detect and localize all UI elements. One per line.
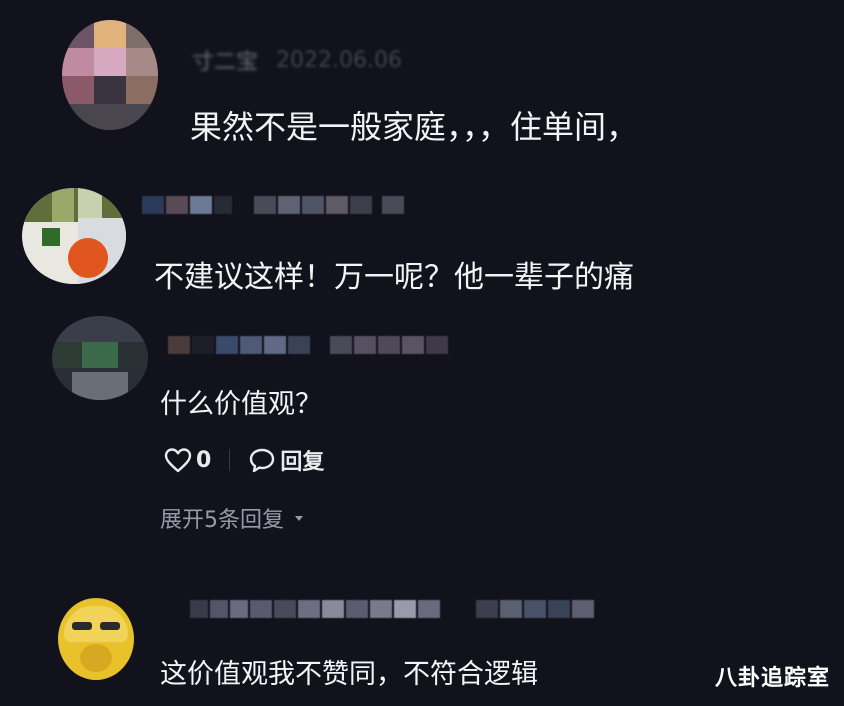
avatar-commenter-1[interactable] xyxy=(62,20,158,130)
comment-actions: 0 回复 xyxy=(164,444,324,476)
like-button[interactable]: 0 xyxy=(164,447,211,473)
username-text: 寸二宝 xyxy=(192,50,259,75)
action-divider xyxy=(229,449,231,471)
caret-down-icon xyxy=(295,516,303,521)
username-commenter-4[interactable] xyxy=(190,600,596,618)
expand-replies-label: 展开5条回复 xyxy=(160,508,284,533)
timestamp: 2022.06.06 xyxy=(276,47,402,73)
username-commenter-2[interactable] xyxy=(142,196,406,214)
comment-text-3: 什么价值观？ xyxy=(160,389,322,420)
expand-replies-button[interactable]: 展开5条回复 xyxy=(160,502,306,534)
avatar-commenter-4[interactable] xyxy=(58,598,134,680)
comment-text-4: 这价值观我不赞同，不符合逻辑 xyxy=(160,659,538,690)
like-count: 0 xyxy=(196,447,212,473)
comment-text-2: 不建议这样！万一呢？他一辈子的痛 xyxy=(154,260,634,295)
speech-bubble-icon xyxy=(250,448,275,473)
watermark-text: 八卦追踪室 xyxy=(714,666,830,691)
reply-button[interactable]: 回复 xyxy=(248,444,324,476)
heart-outline-icon xyxy=(164,448,192,473)
reply-label: 回复 xyxy=(280,450,325,475)
username-commenter-3[interactable] xyxy=(168,336,450,354)
avatar-commenter-2[interactable] xyxy=(22,188,126,284)
username-commenter-1[interactable]: 寸二宝 2022.06.06 xyxy=(192,44,404,76)
avatar-commenter-3[interactable] xyxy=(52,316,148,400)
comment-text-1: 果然不是一般家庭，，，住单间， xyxy=(190,108,639,146)
comments-screen: 寸二宝 2022.06.06 果然不是一般家庭，，，住单间， 不建议这样！万一呢… xyxy=(0,0,844,706)
